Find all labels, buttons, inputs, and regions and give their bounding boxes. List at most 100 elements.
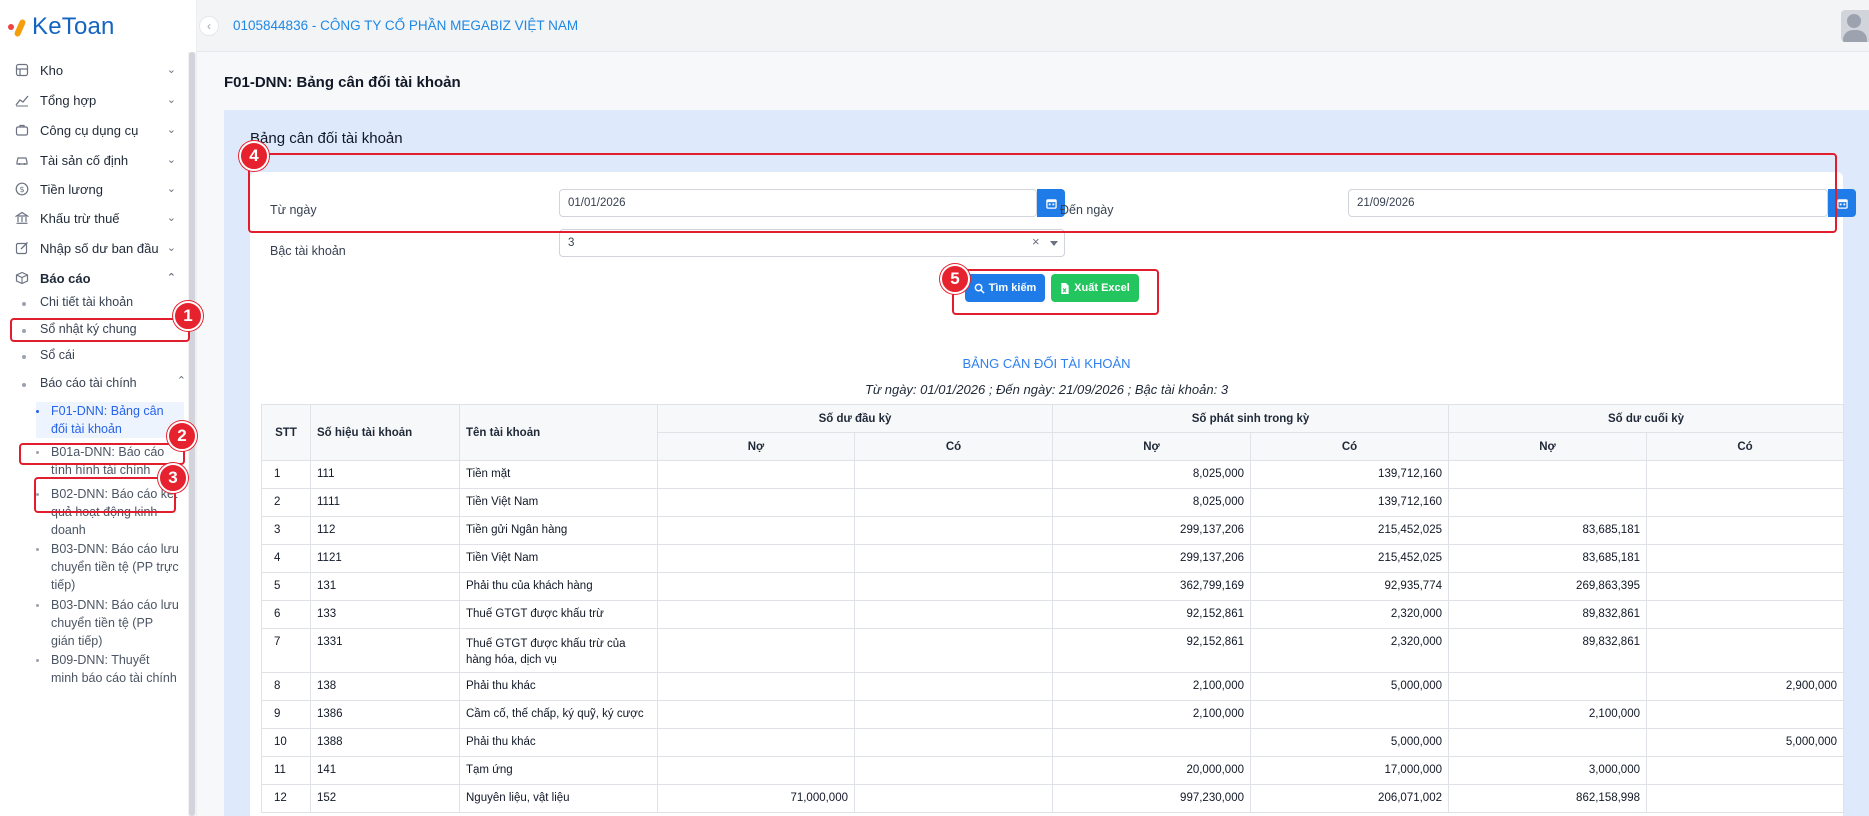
callout-box-4 [248, 153, 1837, 233]
report-card: BẢNG CÂN ĐỐI TÀI KHOẢN Từ ngày: 01/01/20… [250, 336, 1845, 816]
cell-name: Nguyên liệu, vật liệu [459, 784, 658, 813]
cell-oc [854, 728, 1053, 757]
user-avatar[interactable] [1841, 10, 1869, 42]
sidebar-item-1[interactable]: Kho ⌄ [0, 55, 186, 85]
callout-3: 3 [158, 463, 188, 493]
sidebar-report-sub-4[interactable]: Báo cáo tài chính ⌃ [22, 375, 186, 390]
sidebar-item-label: Tài sản cố định [40, 152, 129, 168]
cell-pc: 2,320,000 [1250, 600, 1449, 629]
clear-icon[interactable]: × [1032, 234, 1040, 249]
table-row: 8 138 Phải thu khác 2,100,000 5,000,000 2,900… [261, 672, 1845, 701]
callout-box-2 [19, 443, 185, 465]
cell-pd: 20,000,000 [1052, 756, 1251, 785]
car-icon [14, 152, 30, 168]
cell-cc [1645, 572, 1845, 601]
cell-code: 152 [310, 784, 460, 813]
account-level-label: Bậc tài khoản [270, 244, 346, 258]
chevron-down-icon: ⌄ [166, 154, 176, 166]
cell-oc [854, 572, 1053, 601]
table-row: 1 111 Tiền mặt 8,025,000 139,712,160 [261, 460, 1845, 489]
sidebar-item-6[interactable]: Khấu trừ thuế ⌄ [0, 203, 186, 233]
cell-pc: 206,071,002 [1250, 784, 1449, 813]
cell-cd: 89,832,861 [1448, 600, 1647, 629]
sidebar-report-sub-1[interactable]: Chi tiết tài khoản [22, 295, 184, 309]
warehouse-icon [14, 62, 30, 78]
cell-pd: 299,137,206 [1052, 516, 1251, 545]
cell-pd [1052, 728, 1251, 757]
th-opening-debit: Nợ [657, 432, 855, 461]
cell-od [657, 628, 855, 673]
sidebar-sub-label: Báo cáo tài chính [40, 376, 137, 390]
callout-box-1 [10, 318, 190, 342]
cell-cd: 89,832,861 [1448, 628, 1647, 673]
account-level-select[interactable]: 3 [559, 229, 1065, 257]
sidebar-item-5[interactable]: $ Tiền lương ⌄ [0, 174, 186, 204]
th-period-movement: Số phát sinh trong kỳ [1052, 404, 1449, 433]
sidebar-sub-label: Sổ cái [40, 348, 75, 362]
callout-box-3 [34, 477, 176, 513]
sidebar-item-label: Khấu trừ thuế [40, 210, 120, 226]
cell-pc: 139,712,160 [1250, 488, 1449, 517]
cell-oc [854, 756, 1053, 785]
cell-pc: 92,935,774 [1250, 572, 1449, 601]
sidebar-sub-label: Chi tiết tài khoản [40, 295, 134, 309]
sidebar-report-sub-3[interactable]: Sổ cái [22, 348, 184, 362]
cell-pc [1250, 700, 1449, 729]
cell-od [657, 516, 855, 545]
edit-icon [14, 240, 30, 256]
sidebar-financial-report-6[interactable]: B09-DNN: Thuyết minh báo cáo tài chính [36, 651, 184, 687]
cell-cc [1645, 488, 1845, 517]
logo-mark-icon [8, 16, 28, 38]
sidebar-item-4[interactable]: Tài sản cố định ⌄ [0, 145, 186, 175]
cell-stt: 4 [261, 544, 311, 573]
cell-code: 1111 [310, 488, 460, 517]
cell-pd: 362,799,169 [1052, 572, 1251, 601]
cell-name: Cầm cố, thế chấp, ký quỹ, ký cược [459, 700, 658, 729]
th-period-credit: Có [1250, 432, 1449, 461]
cell-oc [854, 784, 1053, 813]
callout-1: 1 [173, 301, 203, 331]
chevron-up-icon: ⌃ [166, 272, 176, 284]
cell-oc [854, 600, 1053, 629]
cell-name: Tạm ứng [459, 756, 658, 785]
sidebar-financial-report-5[interactable]: B03-DNN: Báo cáo lưu chuyển tiền tệ (PP … [36, 596, 184, 650]
cell-pd: 2,100,000 [1052, 672, 1251, 701]
cell-cd: 83,685,181 [1448, 544, 1647, 573]
cell-od [657, 756, 855, 785]
logo[interactable]: KeToan [8, 12, 115, 42]
cell-cc: 2,900,000 [1645, 672, 1845, 701]
sidebar-item-2[interactable]: Tổng hợp ⌄ [0, 85, 186, 115]
cell-oc [854, 700, 1053, 729]
cell-name: Thuế GTGT được khấu trừ của hàng hóa, dị… [459, 628, 658, 673]
sidebar-financial-report-4[interactable]: B03-DNN: Báo cáo lưu chuyển tiền tệ (PP … [36, 540, 184, 594]
bullet-icon [22, 383, 26, 387]
cell-name: Phải thu khác [459, 728, 658, 757]
table-row: 5 131 Phải thu của khách hàng 362,799,169 92… [261, 572, 1845, 601]
sidebar-financial-report-1[interactable]: F01-DNN: Bảng cân đối tài khoản [36, 402, 184, 438]
chevron-down-icon: ⌄ [166, 212, 176, 224]
cell-stt: 11 [261, 756, 311, 785]
cell-od [657, 460, 855, 489]
cell-cc [1645, 784, 1845, 813]
sidebar-item-8[interactable]: Báo cáo ⌃ [0, 263, 186, 293]
chevron-down-icon: ⌄ [166, 124, 176, 136]
cell-oc [854, 460, 1053, 489]
table-row: 6 133 Thuế GTGT được khấu trừ 92,152,861 2,3… [261, 600, 1845, 629]
sidebar-collapse-button[interactable]: ‹ [199, 16, 219, 36]
sidebar-sub-label: B03-DNN: Báo cáo lưu chuyển tiền tệ (PP … [51, 542, 179, 592]
cell-cd: 3,000,000 [1448, 756, 1647, 785]
company-name[interactable]: 0105844836 - CÔNG TY CỔ PHẦN MEGABIZ VIỆ… [233, 18, 578, 33]
cell-name: Tiền Việt Nam [459, 544, 658, 573]
sidebar-item-3[interactable]: Công cụ dụng cụ ⌄ [0, 115, 186, 145]
cell-pc: 5,000,000 [1250, 672, 1449, 701]
cell-cc [1645, 600, 1845, 629]
table-row: 9 1386 Cầm cố, thế chấp, ký quỹ, ký cược 2,… [261, 700, 1845, 729]
sidebar-item-7[interactable]: Nhập số dư ban đầu ⌄ [0, 233, 186, 263]
table-row: 12 152 Nguyên liệu, vật liệu 71,000,000 997,… [261, 784, 1845, 813]
cell-od [657, 700, 855, 729]
cell-oc [854, 672, 1053, 701]
chevron-down-icon[interactable] [1050, 241, 1058, 246]
cell-pc: 215,452,025 [1250, 544, 1449, 573]
cell-pd: 92,152,861 [1052, 600, 1251, 629]
sidebar-sub-label: F01-DNN: Bảng cân đối tài khoản [51, 404, 164, 436]
